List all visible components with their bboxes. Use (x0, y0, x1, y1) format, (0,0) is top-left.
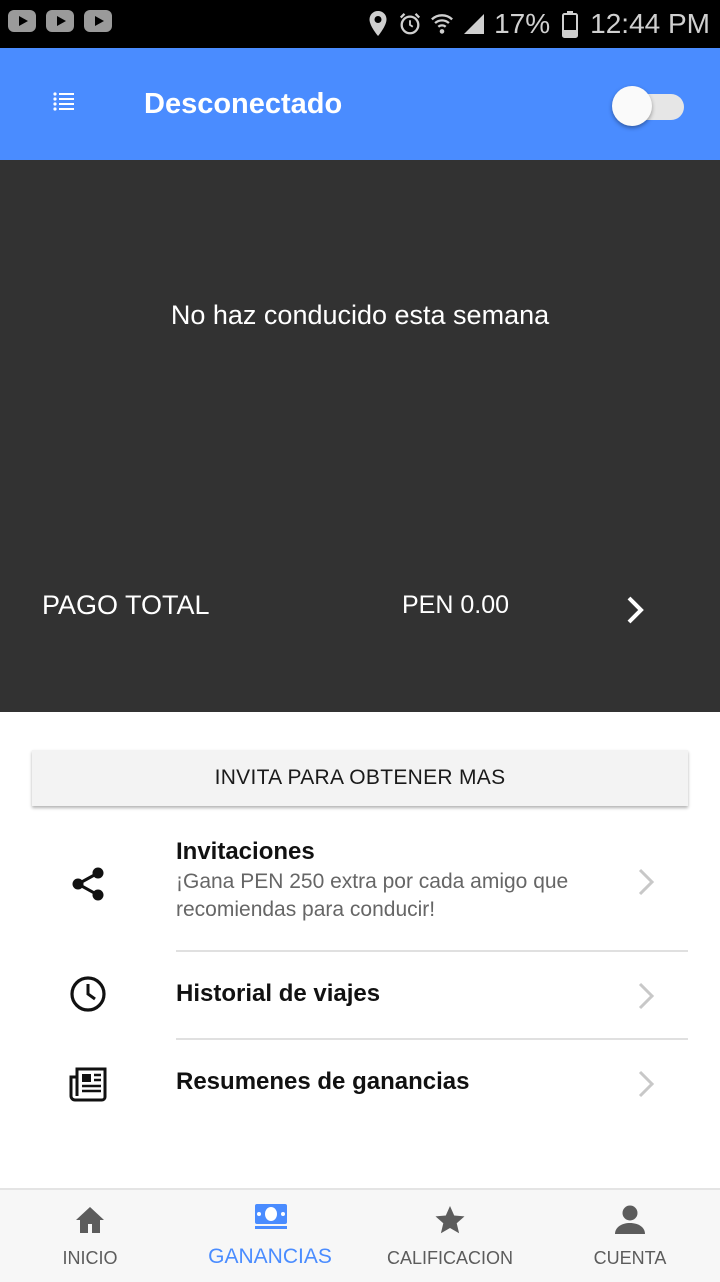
wifi-icon (430, 10, 454, 38)
newspaper-icon (68, 1064, 108, 1104)
status-bar: 17% 12:44 PM (0, 0, 720, 48)
app-bar: Desconectado (0, 48, 720, 160)
list-item-trip-history[interactable]: Historial de viajes (0, 952, 720, 1038)
nav-item-ganancias[interactable]: GANANCIAS (180, 1190, 360, 1282)
clock-icon (68, 974, 108, 1014)
online-toggle[interactable] (612, 86, 686, 126)
location-icon (366, 10, 390, 38)
youtube-icon (8, 10, 36, 32)
chevron-right-icon[interactable] (622, 592, 650, 628)
total-pay-amount: PEN 0.00 (402, 591, 510, 619)
chevron-right-icon (636, 866, 658, 898)
battery-percent: 17% (494, 8, 551, 39)
invite-button[interactable]: INVITA PARA OBTENER MAS (32, 750, 688, 806)
clock-time: 12:44 PM (590, 8, 710, 39)
notification-icons (8, 10, 112, 32)
list-item-subtitle: ¡Gana PEN 250 extra por cada amigo que r… (176, 870, 569, 921)
star-icon (434, 1204, 466, 1236)
empty-earnings-message: No haz conducido esta semana (170, 300, 550, 330)
nav-item-cuenta[interactable]: CUENTA (540, 1190, 720, 1282)
signal-icon (462, 10, 486, 38)
person-icon (614, 1204, 646, 1236)
list-item-title: Historial de viajes (176, 980, 381, 1007)
nav-label: INICIO (62, 1248, 118, 1268)
nav-label: GANANCIAS (208, 1245, 332, 1268)
home-icon (74, 1204, 106, 1236)
total-pay-label: PAGO TOTAL (42, 590, 210, 620)
toggle-thumb (612, 86, 652, 126)
share-icon (68, 864, 108, 904)
list-item-earnings-summaries[interactable]: Resumenes de ganancias (0, 1040, 720, 1126)
youtube-icon (46, 10, 74, 32)
chevron-right-icon (636, 1068, 658, 1100)
alarm-icon (398, 10, 422, 38)
nav-item-inicio[interactable]: INICIO (0, 1190, 180, 1282)
list-item-title: Resumenes de ganancias (176, 1068, 470, 1095)
list-item-invitations[interactable]: Invitaciones ¡Gana PEN 250 extra por cad… (0, 820, 720, 950)
bottom-navigation: INICIO GANANCIAS CALIFICACION CUENTA (0, 1188, 720, 1282)
battery-icon (558, 10, 582, 38)
nav-label: CALIFICACION (386, 1248, 514, 1268)
list-menu-icon[interactable] (48, 84, 80, 120)
money-icon (254, 1202, 287, 1234)
chevron-right-icon (636, 980, 658, 1012)
youtube-icon (84, 10, 112, 32)
connection-status-title: Desconectado (144, 88, 343, 120)
nav-label: CUENTA (593, 1248, 667, 1268)
system-icons: 17% 12:44 PM (366, 6, 710, 42)
nav-item-calificacion[interactable]: CALIFICACION (360, 1190, 540, 1282)
list-item-title: Invitaciones (176, 838, 315, 865)
earnings-panel: No haz conducido esta semana PAGO TOTAL … (0, 160, 720, 712)
